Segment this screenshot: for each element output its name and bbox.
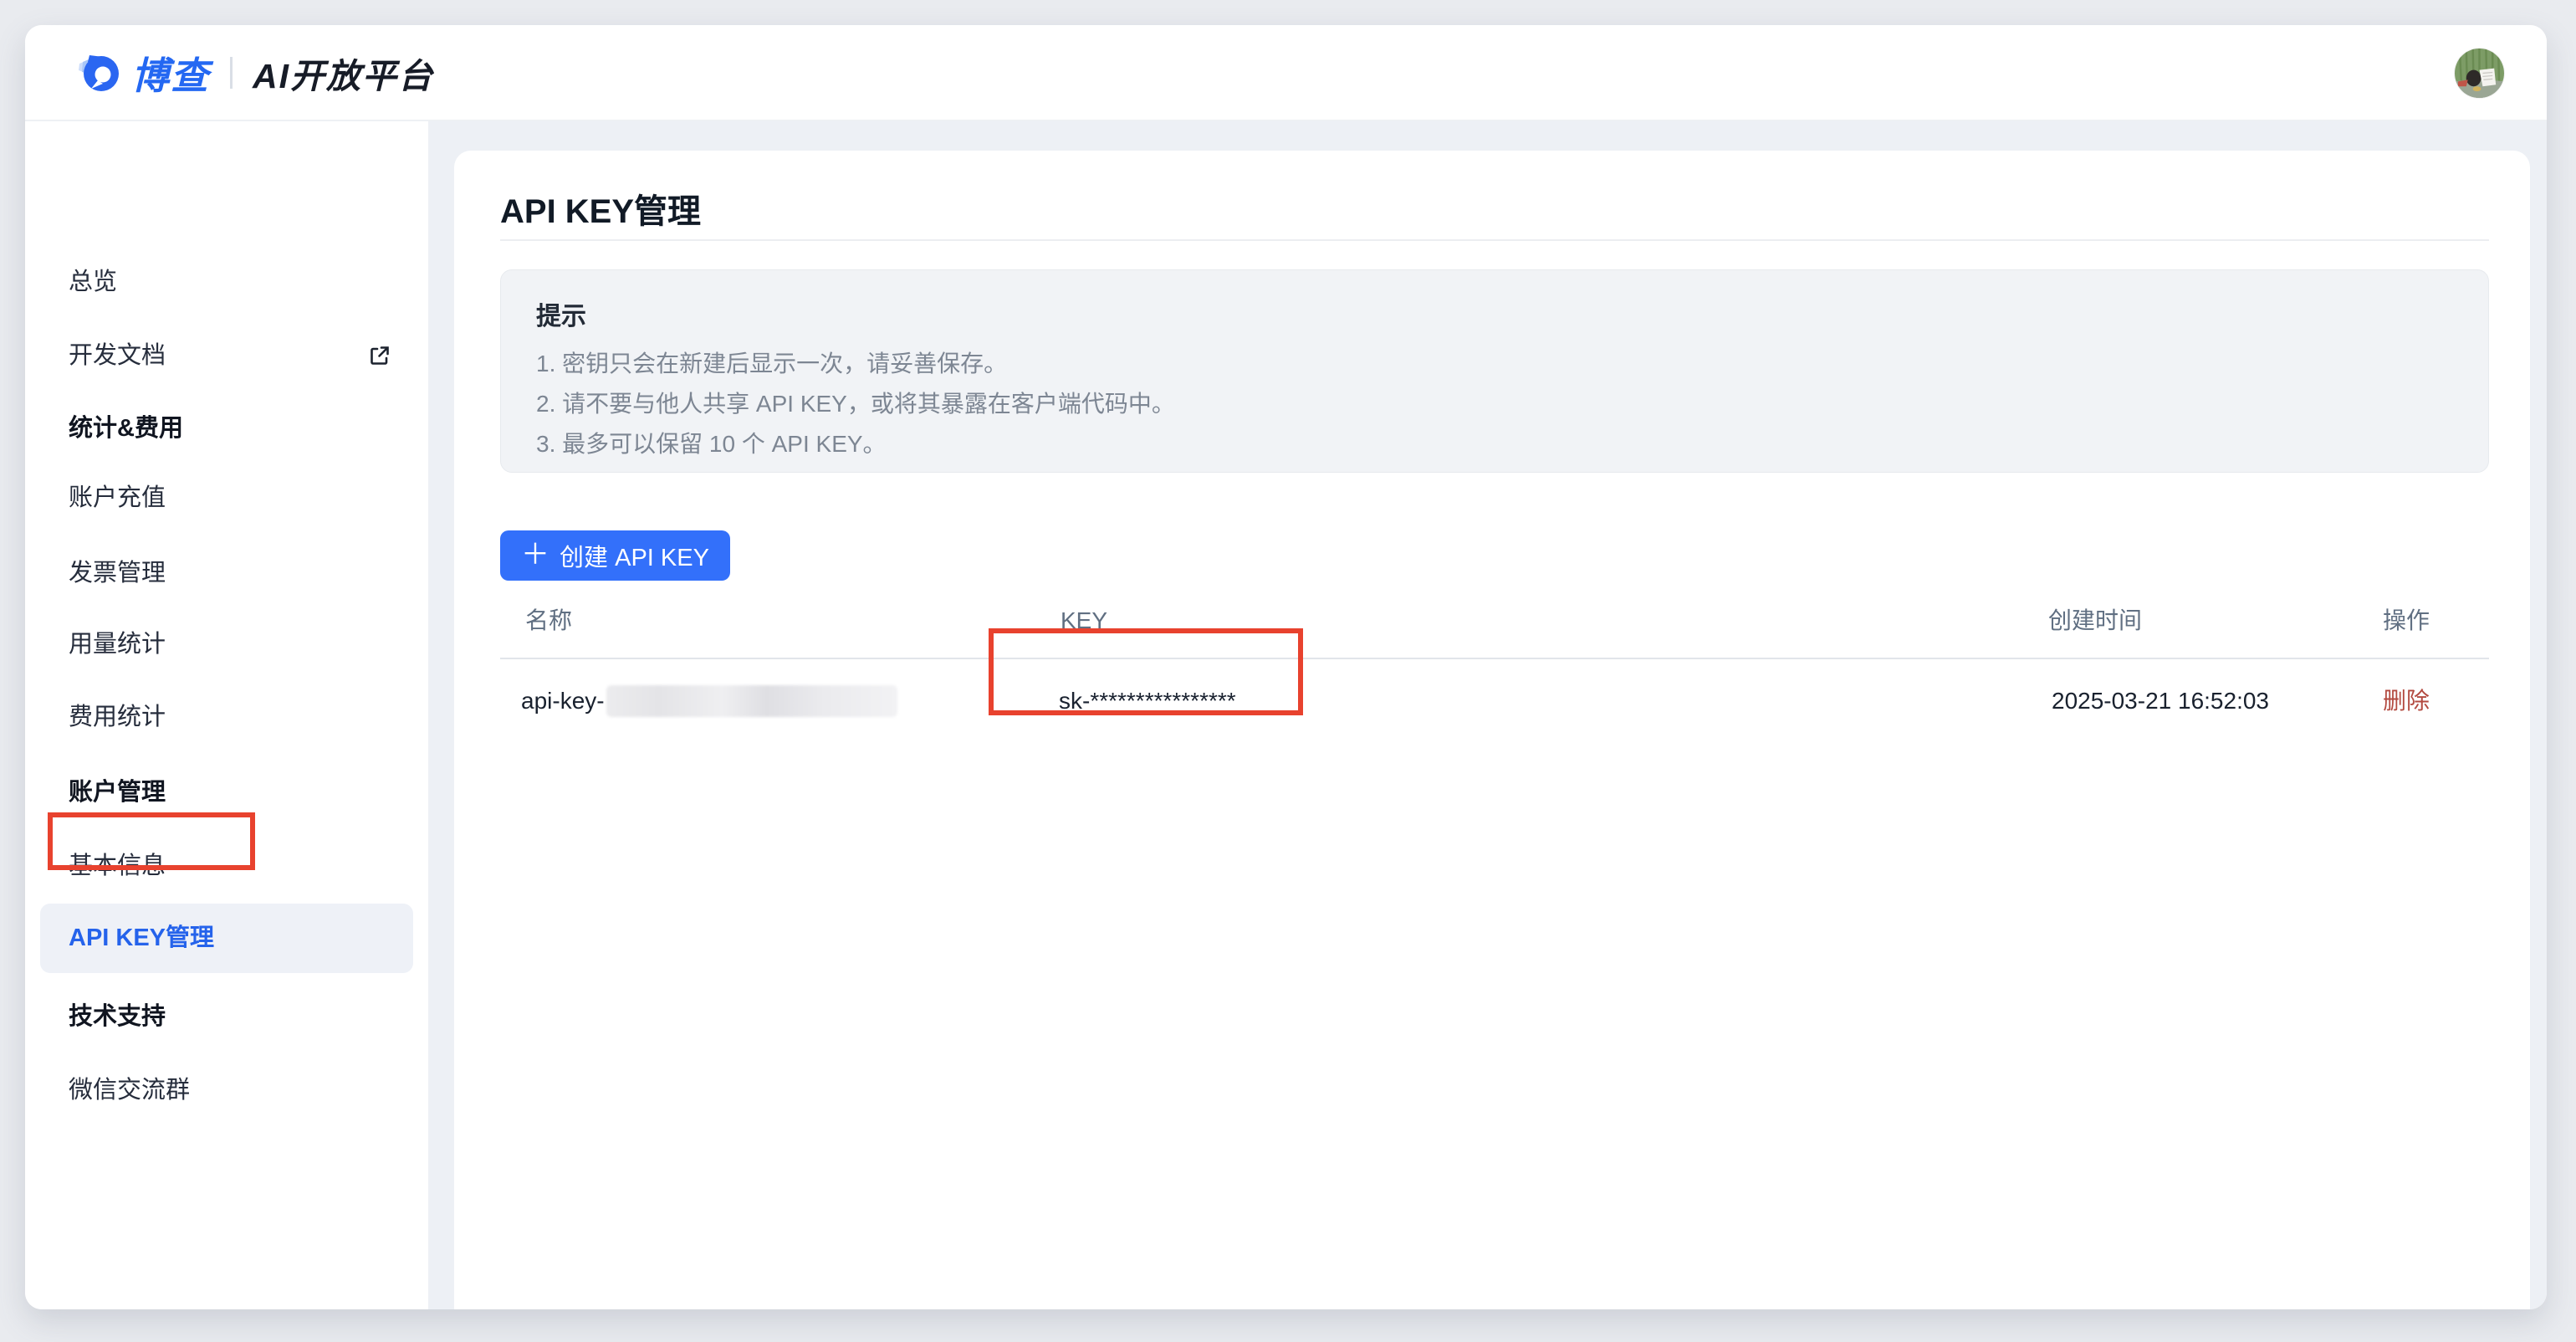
sidebar-item-invoices[interactable]: 发票管理 <box>25 555 428 592</box>
brand: 博查 AI开放平台 <box>78 25 434 120</box>
column-header-action: 操作 <box>2383 602 2430 639</box>
page-title: API KEY管理 <box>500 184 701 233</box>
sidebar-item-recharge[interactable]: 账户充值 <box>25 479 428 516</box>
table-header-divider <box>500 658 2489 659</box>
plus-icon: ＋ <box>521 540 549 569</box>
sidebar-item-fee-stats[interactable]: 费用统计 <box>25 699 428 735</box>
external-link-icon <box>369 345 391 366</box>
column-header-key: KEY <box>1061 602 1107 639</box>
create-api-key-label: 创建 API KEY <box>560 538 709 573</box>
api-key-name-cell: api-key- <box>521 683 897 720</box>
brand-name: 博查 <box>131 45 210 100</box>
sidebar-item-usage-stats[interactable]: 用量统计 <box>25 626 428 663</box>
title-divider <box>500 239 2489 241</box>
user-avatar[interactable] <box>2455 49 2504 98</box>
sidebar-section-stats-fees: 统计&费用 <box>25 410 428 447</box>
sidebar-section-support: 技术支持 <box>25 998 428 1035</box>
tips-item-1: 1. 密钥只会在新建后显示一次，请妥善保存。 <box>536 344 2453 384</box>
platform-title: AI开放平台 <box>253 48 434 98</box>
sidebar-section-account: 账户管理 <box>25 774 428 811</box>
delete-link[interactable]: 删除 <box>2383 683 2430 720</box>
created-time-cell: 2025-03-21 16:52:03 <box>2052 683 2269 720</box>
sidebar-item-basic-info[interactable]: 基本信息 <box>25 848 428 884</box>
api-key-name-prefix: api-key- <box>521 683 605 720</box>
sidebar-item-wechat-group[interactable]: 微信交流群 <box>25 1072 428 1109</box>
column-header-created: 创建时间 <box>2048 602 2142 639</box>
app-window: 博查 AI开放平台 总览 开发文档 <box>25 25 2547 1309</box>
sidebar-nav: 总览 开发文档 统计&费用 账户充值 发票管理 用量统计 费用统计 账户管理 基… <box>25 121 428 1309</box>
tips-item-3: 3. 最多可以保留 10 个 API KEY。 <box>536 424 2453 464</box>
sidebar-item-label: 开发文档 <box>69 342 166 369</box>
tips-title: 提示 <box>536 295 2453 332</box>
bocha-logo-icon <box>78 52 120 94</box>
sidebar-item-overview[interactable]: 总览 <box>25 264 428 300</box>
api-key-masked-cell: sk-**************** <box>1059 683 1236 720</box>
avatar-image <box>2455 49 2504 98</box>
content-card: API KEY管理 提示 1. 密钥只会在新建后显示一次，请妥善保存。 2. 请… <box>454 151 2530 1309</box>
tips-box: 提示 1. 密钥只会在新建后显示一次，请妥善保存。 2. 请不要与他人共享 AP… <box>500 269 2489 473</box>
sidebar-item-dev-docs[interactable]: 开发文档 <box>25 337 428 374</box>
brand-divider <box>230 57 233 89</box>
create-api-key-button[interactable]: ＋ 创建 API KEY <box>500 530 730 581</box>
column-header-name: 名称 <box>525 602 572 639</box>
tips-item-2: 2. 请不要与他人共享 API KEY，或将其暴露在客户端代码中。 <box>536 384 2453 424</box>
sidebar-item-api-key-management[interactable]: API KEY管理 <box>40 904 413 973</box>
top-header: 博查 AI开放平台 <box>25 25 2547 121</box>
redacted-name-blur <box>606 685 897 717</box>
